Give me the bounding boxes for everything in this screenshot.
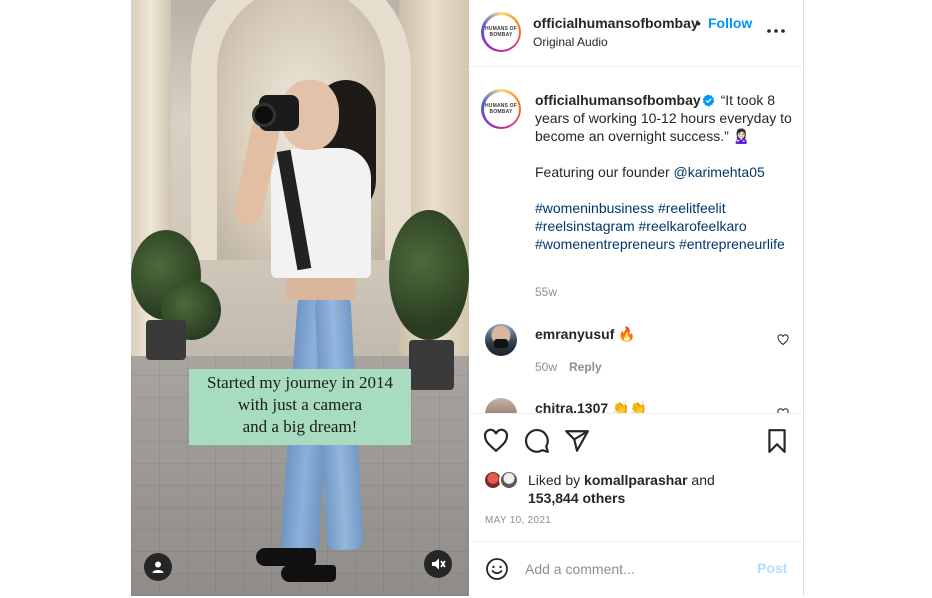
speaker-muted-icon: [432, 558, 446, 570]
caption-username[interactable]: officialhumansofbombay: [535, 92, 701, 108]
post-comment-button[interactable]: Post: [757, 560, 787, 576]
post-header: HUMANS OF BOMBAY officialhumansofbombay …: [469, 0, 804, 67]
header-username[interactable]: officialhumansofbombay: [533, 15, 699, 31]
comment-item: chitra.1307 👏👏: [535, 400, 647, 413]
comment-username[interactable]: emranyusuf: [535, 326, 614, 342]
hashtag-link[interactable]: #reelitfeelit: [658, 200, 726, 216]
hashtag-link[interactable]: #reelsinstagram: [535, 218, 635, 234]
hashtag-link[interactable]: #entrepreneurlife: [679, 236, 785, 252]
camera-lens: [252, 103, 276, 127]
person-shoe: [256, 548, 316, 566]
comment-icon[interactable]: [524, 428, 550, 454]
hashtag-link[interactable]: #womenentrepreneurs: [535, 236, 675, 252]
tagged-users-button[interactable]: [144, 553, 172, 581]
bookmark-icon[interactable]: [764, 428, 790, 454]
comment-like-heart-icon[interactable]: [777, 334, 789, 346]
comment-username[interactable]: chitra.1307: [535, 400, 608, 413]
reply-button[interactable]: Reply: [569, 360, 602, 374]
comment-avatar[interactable]: [485, 324, 517, 356]
reel-video[interactable]: Started my journey in 2014 with just a c…: [131, 0, 469, 596]
separator-dot: •: [696, 15, 701, 31]
mute-button[interactable]: [424, 550, 452, 578]
caption-line: Started my journey in 2014: [206, 373, 394, 392]
likes-count[interactable]: 153,844 others: [528, 490, 625, 506]
post-timestamp[interactable]: 55w: [535, 285, 557, 299]
liked-by-username[interactable]: komallparashar: [584, 472, 688, 488]
caption-line: with just a camera: [237, 395, 363, 414]
hashtag-link[interactable]: #reelkarofeelkaro: [639, 218, 747, 234]
likes-summary: Liked by komallparashar and 153,844 othe…: [528, 471, 715, 507]
avatar-logo-text: BOMBAY: [489, 109, 513, 115]
post-panel: HUMANS OF BOMBAY officialhumansofbombay …: [469, 0, 804, 596]
avatar[interactable]: HUMANS OF BOMBAY: [481, 12, 521, 52]
caption-line: and a big dream!: [242, 417, 358, 436]
person-shoe: [281, 565, 336, 582]
comments-section[interactable]: HUMANS OF BOMBAY officialhumansofbombay …: [469, 67, 804, 413]
like-heart-icon[interactable]: [483, 428, 509, 454]
verified-badge-icon: [702, 94, 715, 107]
liked-by-avatar[interactable]: [499, 470, 519, 490]
plant-pot: [146, 320, 186, 360]
likes-middle: and: [687, 472, 715, 488]
more-options-icon[interactable]: [765, 22, 787, 40]
likes-prefix: Liked by: [528, 472, 585, 488]
emoji-icon[interactable]: [485, 557, 509, 581]
user-icon: [152, 561, 164, 573]
featuring-text: Featuring our founder: [535, 164, 674, 180]
plant: [389, 210, 469, 340]
avatar-logo-text: BOMBAY: [489, 32, 513, 38]
comment-text: 🔥: [618, 326, 636, 342]
follow-button[interactable]: Follow: [708, 15, 752, 31]
comment-avatar[interactable]: [485, 398, 517, 413]
post-caption: officialhumansofbombay “It took 8 years …: [535, 91, 795, 253]
share-send-icon[interactable]: [564, 428, 590, 454]
comment-meta: 50w Reply: [535, 360, 602, 374]
comment-input[interactable]: [525, 559, 745, 579]
audio-link[interactable]: Original Audio: [533, 35, 608, 49]
comment-text: 👏👏: [612, 400, 647, 413]
video-caption-overlay: Started my journey in 2014 with just a c…: [189, 369, 411, 445]
comment-item: emranyusuf 🔥: [535, 326, 636, 343]
comment-time[interactable]: 50w: [535, 360, 557, 374]
hashtag-link[interactable]: #womeninbusiness: [535, 200, 654, 216]
mention-link[interactable]: @karimehta05: [674, 164, 765, 180]
post-actions: Liked by komallparashar and 153,844 othe…: [469, 413, 804, 541]
post-date[interactable]: MAY 10, 2021: [485, 515, 551, 526]
avatar[interactable]: HUMANS OF BOMBAY: [481, 89, 521, 129]
add-comment-bar: Post: [469, 541, 804, 596]
plant-pot: [409, 340, 454, 390]
